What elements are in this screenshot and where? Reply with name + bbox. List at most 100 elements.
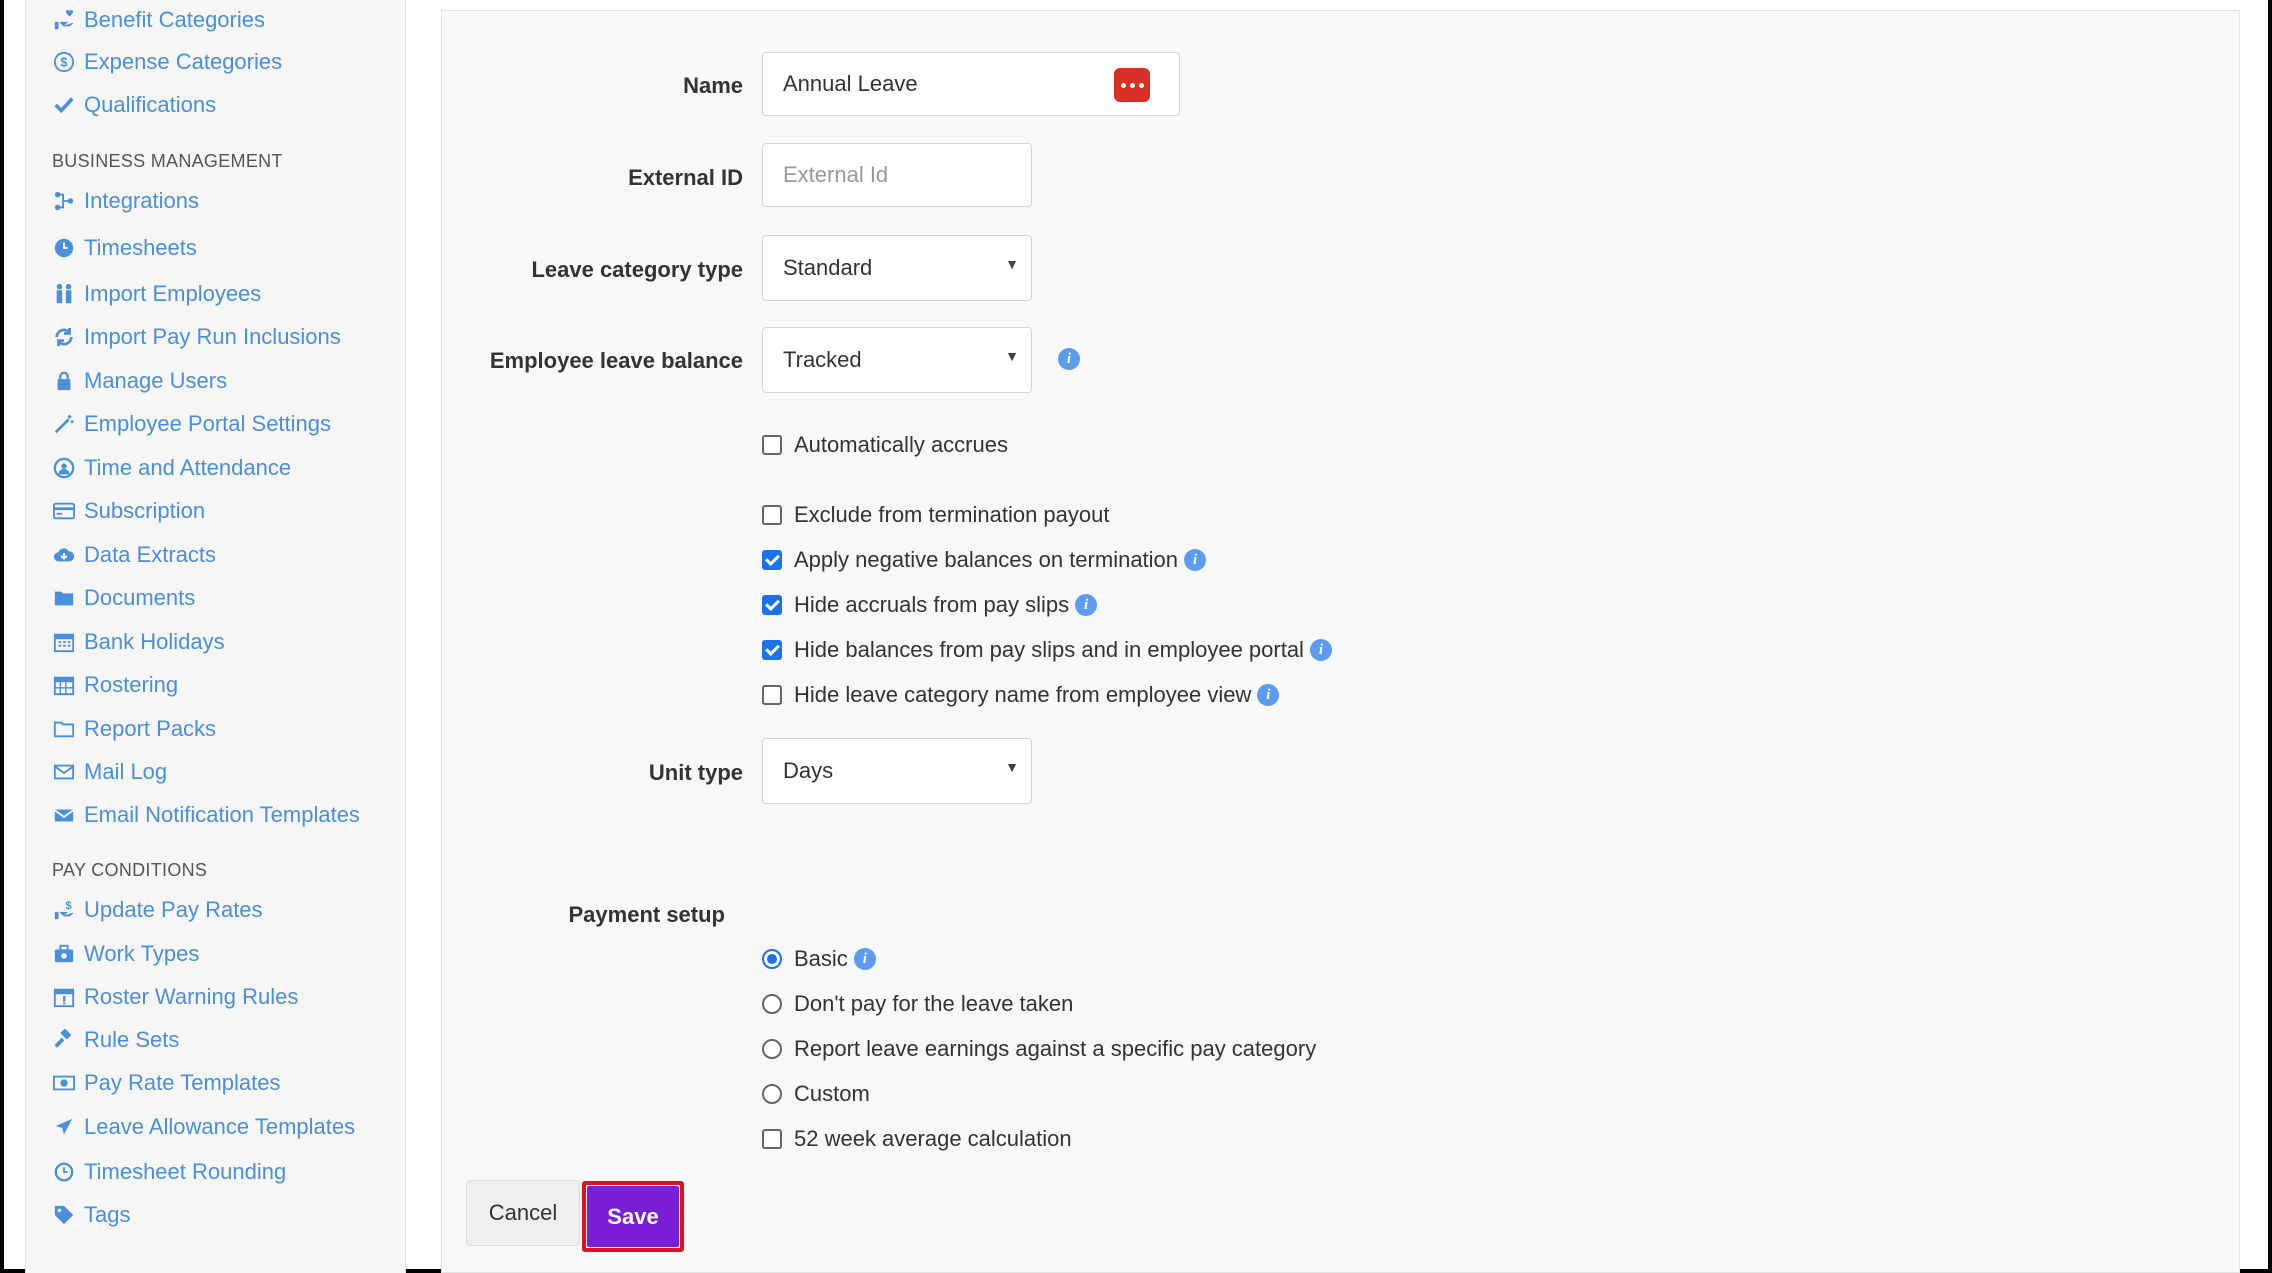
sidebar-item-label: Qualifications <box>84 92 217 117</box>
sidebar-item-label: Roster Warning Rules <box>84 984 299 1009</box>
sidebar-item-label: Import Employees <box>84 281 262 306</box>
info-icon[interactable]: i <box>853 948 876 970</box>
report-earnings-radio[interactable] <box>762 1039 782 1059</box>
save-button[interactable]: Save <box>587 1186 679 1247</box>
sidebar-item-bank-holidays[interactable]: Bank Holidays <box>52 624 225 660</box>
info-icon[interactable]: i <box>1075 594 1098 616</box>
sidebar-item-label: Tags <box>84 1202 131 1227</box>
radio-label: Don't pay for the leave taken <box>794 991 1074 1016</box>
sidebar-item-label: Update Pay Rates <box>84 897 263 922</box>
info-icon[interactable]: i <box>1257 684 1280 706</box>
calendar-grid-icon <box>52 673 76 697</box>
payment-option-dont-pay: Don't pay for the leave taken <box>762 991 1073 1017</box>
automatically-accrues-checkbox[interactable] <box>762 435 782 455</box>
hide-accruals-option: Hide accruals from pay slips i <box>762 592 1098 618</box>
section-heading-business-management: BUSINESS MANAGEMENT <box>52 151 283 171</box>
section-heading-pay-conditions: PAY CONDITIONS <box>52 860 208 880</box>
leave-category-type-value: Standard <box>783 255 873 280</box>
sidebar-item-documents[interactable]: Documents <box>52 580 195 616</box>
sidebar-item-expense-categories[interactable]: $ Expense Categories <box>52 44 282 80</box>
checkbox-label: Hide accruals from pay slips <box>794 592 1070 617</box>
sidebar-item-label: Manage Users <box>84 368 228 393</box>
sidebar-item-roster-warning-rules[interactable]: Roster Warning Rules <box>52 979 298 1015</box>
sidebar-item-rule-sets[interactable]: Rule Sets <box>52 1022 179 1058</box>
sidebar-item-label: Subscription <box>84 498 206 523</box>
sidebar-item-label: Integrations <box>84 188 199 213</box>
apply-negative-balances-option: Apply negative balances on termination i <box>762 547 1207 573</box>
exclude-termination-payout-checkbox[interactable] <box>762 505 782 525</box>
apply-negative-balances-checkbox[interactable] <box>762 550 782 570</box>
leave-category-type-select[interactable]: Standard ▼ <box>762 235 1032 301</box>
calendar-icon <box>52 630 76 654</box>
leave-category-form <box>441 10 2240 1273</box>
sidebar-item-employee-portal-settings[interactable]: Employee Portal Settings <box>52 406 331 442</box>
caret-down-icon: ▼ <box>1005 256 1019 272</box>
sidebar-item-subscription[interactable]: Subscription <box>52 493 205 529</box>
sidebar-item-data-extracts[interactable]: Data Extracts <box>52 537 216 573</box>
cancel-button[interactable]: Cancel <box>466 1180 580 1246</box>
sidebar-item-mail-log[interactable]: Mail Log <box>52 754 167 790</box>
name-label: Name <box>683 73 743 98</box>
sidebar-item-label: Report Packs <box>84 716 217 741</box>
hide-category-name-checkbox[interactable] <box>762 685 782 705</box>
integrations-icon <box>52 189 76 213</box>
info-icon[interactable]: i <box>1184 549 1207 571</box>
sidebar-item-import-employees[interactable]: Import Employees <box>52 276 261 312</box>
checkbox-label: Hide leave category name from employee v… <box>794 682 1252 707</box>
sidebar-item-timesheets[interactable]: Timesheets <box>52 230 197 266</box>
caret-down-icon: ▼ <box>1005 348 1019 364</box>
automatically-accrues-option: Automatically accrues <box>762 432 1008 458</box>
sidebar-item-tags[interactable]: Tags <box>52 1197 130 1233</box>
sidebar-item-manage-users[interactable]: Manage Users <box>52 363 227 399</box>
sidebar-item-work-types[interactable]: Work Types <box>52 936 199 972</box>
envelope-open-icon <box>52 803 76 827</box>
sidebar-item-label: Time and Attendance <box>84 455 292 480</box>
unit-type-select[interactable]: Days ▼ <box>762 738 1032 804</box>
unit-type-label: Unit type <box>648 760 743 785</box>
sidebar-item-label: Pay Rate Templates <box>84 1070 281 1095</box>
leave-category-type-label: Leave category type <box>531 257 743 282</box>
sidebar-item-time-and-attendance[interactable]: Time and Attendance <box>52 450 291 486</box>
clock-outline-icon <box>52 1160 76 1184</box>
credit-card-icon <box>52 499 76 523</box>
info-icon[interactable]: i <box>1058 348 1080 370</box>
sidebar-item-leave-allowance-templates[interactable]: Leave Allowance Templates <box>52 1109 355 1145</box>
sidebar-item-benefit-categories[interactable]: Benefit Categories <box>52 2 265 38</box>
sidebar-item-label: Timesheets <box>84 235 197 260</box>
payment-option-basic: Basic i <box>762 946 876 972</box>
hide-balances-checkbox[interactable] <box>762 640 782 660</box>
custom-radio[interactable] <box>762 1084 782 1104</box>
svg-text:$: $ <box>60 55 67 70</box>
payment-setup-label: Payment setup <box>568 902 726 927</box>
info-icon[interactable]: i <box>1309 639 1332 661</box>
sidebar-item-label: Timesheet Rounding <box>84 1159 287 1184</box>
checkbox-label: Hide balances from pay slips and in empl… <box>794 637 1304 662</box>
sidebar-item-label: Rostering <box>84 672 179 697</box>
sidebar-item-report-packs[interactable]: Report Packs <box>52 711 216 747</box>
sidebar-item-email-notification-templates[interactable]: Email Notification Templates <box>52 797 360 833</box>
people-icon <box>52 282 76 306</box>
sidebar-item-update-pay-rates[interactable]: $ Update Pay Rates <box>52 892 263 928</box>
week-average-checkbox[interactable] <box>762 1129 782 1149</box>
dont-pay-radio[interactable] <box>762 994 782 1014</box>
sidebar-item-label: Benefit Categories <box>84 7 265 32</box>
checkbox-label: 52 week average calculation <box>794 1126 1072 1151</box>
basic-radio[interactable] <box>762 949 782 969</box>
sidebar-item-label: Rule Sets <box>84 1027 180 1052</box>
sidebar-item-timesheet-rounding[interactable]: Timesheet Rounding <box>52 1154 286 1190</box>
hide-balances-option: Hide balances from pay slips and in empl… <box>762 637 1332 663</box>
sidebar-item-rostering[interactable]: Rostering <box>52 667 178 703</box>
checkbox-label: Automatically accrues <box>794 432 1008 457</box>
employee-leave-balance-select[interactable]: Tracked ▼ <box>762 327 1032 393</box>
sidebar-item-integrations[interactable]: Integrations <box>52 183 199 219</box>
checkbox-label: Apply negative balances on termination <box>794 547 1179 572</box>
sidebar-item-pay-rate-templates[interactable]: Pay Rate Templates <box>52 1065 280 1101</box>
sidebar-item-import-pay-run-inclusions[interactable]: Import Pay Run Inclusions <box>52 319 341 355</box>
external-id-input[interactable] <box>762 143 1032 207</box>
sidebar-item-qualifications[interactable]: Qualifications <box>52 87 216 123</box>
money-icon <box>52 1071 76 1095</box>
sidebar-item-label: Work Types <box>84 941 200 966</box>
hide-accruals-checkbox[interactable] <box>762 595 782 615</box>
password-manager-icon[interactable] <box>1114 68 1150 102</box>
external-id-label: External ID <box>628 165 743 190</box>
